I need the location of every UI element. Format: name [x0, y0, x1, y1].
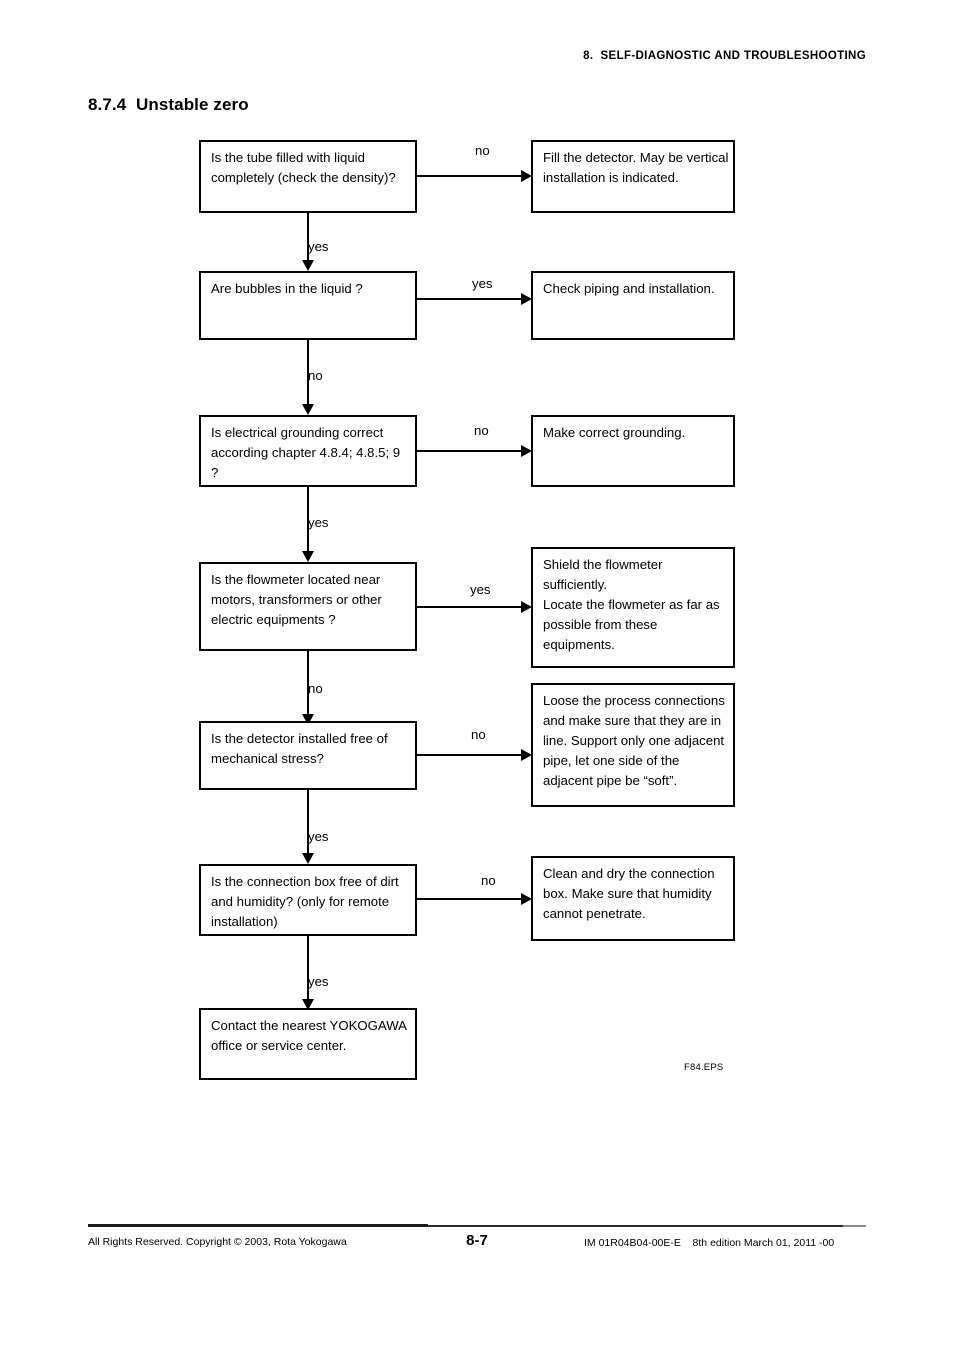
- edge-label-tube-filled-no: no: [475, 143, 490, 158]
- section-title: 8.7.4 Unstable zero: [88, 95, 249, 114]
- connector-connection-box-to-terminal: [307, 936, 309, 1002]
- action-box-shield-flowmeter: Shield the flowmeter sufficiently. Locat…: [531, 547, 735, 668]
- decision-box-bubbles: Are bubbles in the liquid ?: [199, 271, 417, 340]
- action-box-check-piping: Check piping and installation.: [531, 271, 735, 340]
- action-box-clean-dry: Clean and dry the connection box. Make s…: [531, 856, 735, 941]
- decision-box-near-motors: Is the flowmeter located near motors, tr…: [199, 562, 417, 651]
- edge-label-near-motors-yes: yes: [470, 582, 491, 597]
- decision-box-connection-box: Is the connection box free of dirt and h…: [199, 864, 417, 936]
- arrowhead-down-icon: [302, 404, 314, 415]
- decision-box-mechanical-stress: Is the detector installed free of mechan…: [199, 721, 417, 790]
- running-header: 8. SELF-DIAGNOSTIC AND TROUBLESHOOTING: [583, 50, 866, 62]
- edge-label-mechanical-stress-yes: yes: [308, 829, 329, 844]
- terminal-box-contact-yokogawa-text: Contact the nearest YOKOGAWA office or s…: [211, 1018, 407, 1053]
- decision-box-bubbles-text: Are bubbles in the liquid ?: [211, 281, 363, 296]
- footer-rule-mid: [428, 1225, 843, 1227]
- action-box-shield-flowmeter-text: Shield the flowmeter sufficiently. Locat…: [543, 557, 720, 652]
- edge-label-tube-filled-yes: yes: [308, 239, 329, 254]
- action-box-fill-detector-text: Fill the detector. May be vertical insta…: [543, 150, 729, 185]
- connector-bubbles-to-check-piping: [417, 298, 522, 300]
- terminal-box-contact-yokogawa: Contact the nearest YOKOGAWA office or s…: [199, 1008, 417, 1080]
- decision-box-tube-filled: Is the tube filled with liquid completel…: [199, 140, 417, 213]
- edge-label-mechanical-stress-no: no: [471, 727, 486, 742]
- action-box-fill-detector: Fill the detector. May be vertical insta…: [531, 140, 735, 213]
- decision-box-mechanical-stress-text: Is the detector installed free of mechan…: [211, 731, 388, 766]
- document-page: 8. SELF-DIAGNOSTIC AND TROUBLESHOOTING 8…: [0, 0, 954, 1350]
- footer-document-number: IM 01R04B04-00E-E 8th edition March 01, …: [584, 1237, 835, 1249]
- arrowhead-down-icon: [302, 260, 314, 271]
- action-box-loose-connections-text: Loose the process connections and make s…: [543, 693, 725, 788]
- decision-box-tube-filled-text: Is the tube filled with liquid completel…: [211, 150, 396, 185]
- action-box-make-grounding: Make correct grounding.: [531, 415, 735, 487]
- edge-label-connection-box-yes: yes: [308, 974, 329, 989]
- decision-box-near-motors-text: Is the flowmeter located near motors, tr…: [211, 572, 382, 627]
- connector-connection-box-to-clean-dry: [417, 898, 522, 900]
- action-box-make-grounding-text: Make correct grounding.: [543, 425, 686, 440]
- edge-label-connection-box-no: no: [481, 873, 496, 888]
- connector-tube-filled-to-fill-detector: [417, 175, 522, 177]
- arrowhead-down-icon: [302, 551, 314, 562]
- footer-rule-right: [843, 1225, 866, 1227]
- edge-label-near-motors-no: no: [308, 681, 323, 696]
- decision-box-connection-box-text: Is the connection box free of dirt and h…: [211, 874, 399, 929]
- action-box-check-piping-text: Check piping and installation.: [543, 281, 715, 296]
- edge-label-grounding-no: no: [474, 423, 489, 438]
- arrowhead-down-icon: [302, 853, 314, 864]
- connector-mechanical-stress-to-loose: [417, 754, 522, 756]
- action-box-clean-dry-text: Clean and dry the connection box. Make s…: [543, 866, 715, 921]
- edge-label-grounding-yes: yes: [308, 515, 329, 530]
- figure-source-label: F84.EPS: [684, 1062, 724, 1073]
- action-box-loose-connections: Loose the process connections and make s…: [531, 683, 735, 807]
- edge-label-bubbles-yes: yes: [472, 276, 493, 291]
- connector-mechanical-stress-to-connection-box: [307, 790, 309, 856]
- footer-rule-left: [88, 1224, 428, 1227]
- decision-box-grounding: Is electrical grounding correct accordin…: [199, 415, 417, 487]
- connector-tube-filled-to-bubbles: [307, 213, 309, 263]
- connector-grounding-to-make-grounding: [417, 450, 522, 452]
- connector-near-motors-to-shield: [417, 606, 522, 608]
- edge-label-bubbles-no: no: [308, 368, 323, 383]
- decision-box-grounding-text: Is electrical grounding correct accordin…: [211, 425, 401, 480]
